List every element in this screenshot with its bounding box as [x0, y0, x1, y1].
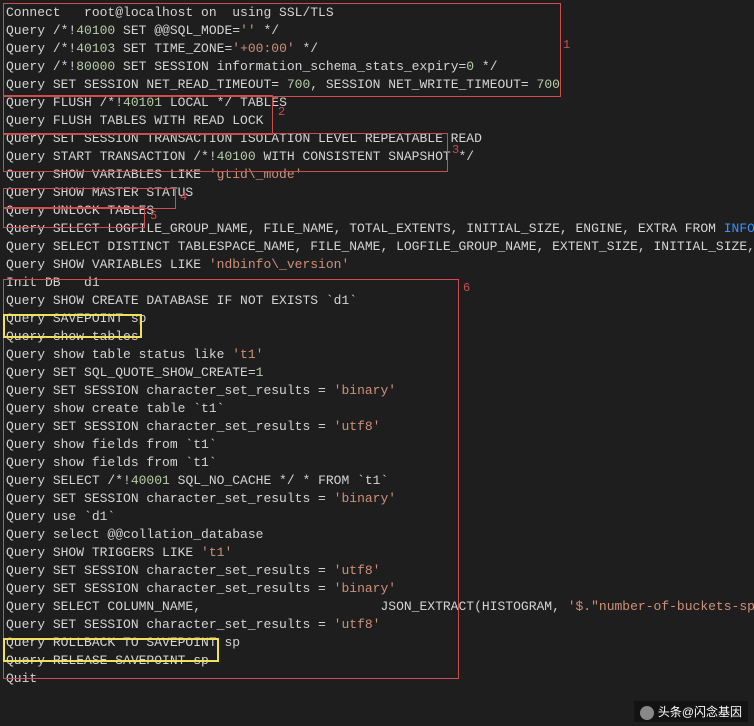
log-line: Init DB d1: [6, 274, 748, 292]
log-line: Query SET SESSION character_set_results …: [6, 490, 748, 508]
log-line: Query /*!80000 SET SESSION information_s…: [6, 58, 748, 76]
log-line: Query SHOW CREATE DATABASE IF NOT EXISTS…: [6, 292, 748, 310]
anno-2: 2: [278, 105, 285, 119]
watermark: 头条@闪念基因: [634, 701, 748, 722]
log-line: Query SELECT /*!40001 SQL_NO_CACHE */ * …: [6, 472, 748, 490]
log-line: Query show tables: [6, 328, 748, 346]
log-line: Query use `d1`: [6, 508, 748, 526]
log-line: Query ROLLBACK TO SAVEPOINT sp: [6, 634, 748, 652]
log-line: Query SET SESSION character_set_results …: [6, 580, 748, 598]
log-line: Query SHOW VARIABLES LIKE 'ndbinfo\_vers…: [6, 256, 748, 274]
log-line: Quit: [6, 670, 748, 688]
log-line: Query SET SQL_QUOTE_SHOW_CREATE=1: [6, 364, 748, 382]
avatar-icon: [640, 706, 654, 720]
log-line: Query SET SESSION character_set_results …: [6, 382, 748, 400]
log-line: Query RELEASE SAVEPOINT sp: [6, 652, 748, 670]
log-line: Query SELECT DISTINCT TABLESPACE_NAME, F…: [6, 238, 748, 256]
log-line: Query select @@collation_database: [6, 526, 748, 544]
log-line: Query FLUSH /*!40101 LOCAL */ TABLES: [6, 94, 748, 112]
log-line: Query /*!40100 SET @@SQL_MODE='' */: [6, 22, 748, 40]
log-line: Query show create table `t1`: [6, 400, 748, 418]
log-line: Query show table status like 't1': [6, 346, 748, 364]
log-line: Query SET SESSION character_set_results …: [6, 562, 748, 580]
log-line: Query /*!40103 SET TIME_ZONE='+00:00' */: [6, 40, 748, 58]
watermark-text: 头条@闪念基因: [658, 705, 742, 719]
log-line: Query SELECT COLUMN_NAME, JSON_EXTRACT(H…: [6, 598, 748, 616]
log-line: Connect root@localhost on using SSL/TLS: [6, 4, 748, 22]
log-line: Query SET SESSION NET_READ_TIMEOUT= 700,…: [6, 76, 748, 94]
log-line: Query SAVEPOINT sp: [6, 310, 748, 328]
anno-1: 1: [563, 38, 570, 52]
log-line: Query SET SESSION character_set_results …: [6, 616, 748, 634]
log-line: Query START TRANSACTION /*!40100 WITH CO…: [6, 148, 748, 166]
anno-6: 6: [463, 281, 470, 295]
log-line: Query SET SESSION character_set_results …: [6, 418, 748, 436]
log-line: Query SELECT LOGFILE_GROUP_NAME, FILE_NA…: [6, 220, 748, 238]
anno-5: 5: [150, 209, 157, 223]
log-line: Query UNLOCK TABLES: [6, 202, 748, 220]
log-line: Query show fields from `t1`: [6, 454, 748, 472]
log-line: Query SHOW VARIABLES LIKE 'gtid\_mode': [6, 166, 748, 184]
log-line: Query show fields from `t1`: [6, 436, 748, 454]
log-line: Query SHOW TRIGGERS LIKE 't1': [6, 544, 748, 562]
log-line: Query FLUSH TABLES WITH READ LOCK: [6, 112, 748, 130]
log-line: Query SHOW MASTER STATUS: [6, 184, 748, 202]
terminal-output: Connect root@localhost on using SSL/TLSQ…: [0, 0, 754, 692]
anno-3: 3: [452, 143, 459, 157]
log-line: Query SET SESSION TRANSACTION ISOLATION …: [6, 130, 748, 148]
anno-4: 4: [180, 190, 187, 204]
